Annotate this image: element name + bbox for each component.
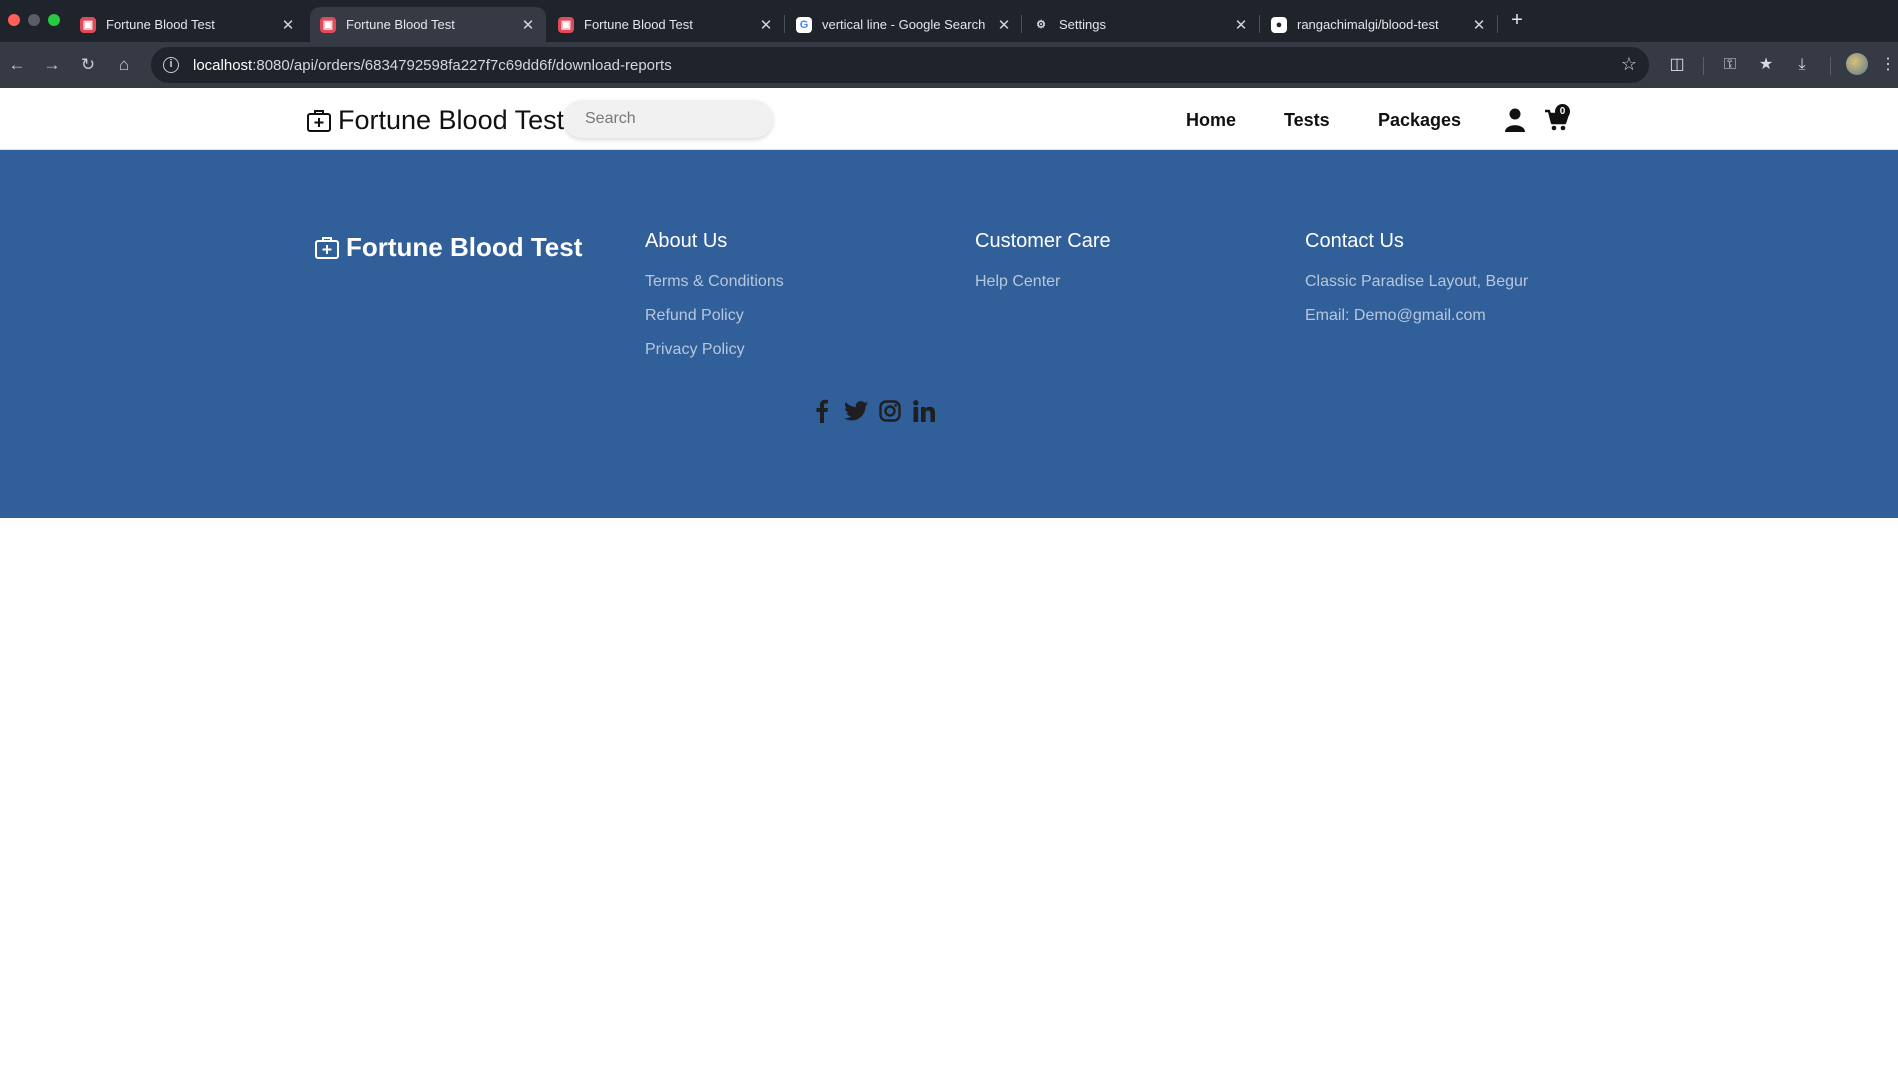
- url-host: localhost: [193, 56, 253, 74]
- privacy-policy-link[interactable]: Privacy Policy: [645, 341, 784, 359]
- url-path: :8080/api/orders/6834792598fa227f7c69dd6…: [252, 56, 672, 74]
- home-icon[interactable]: ⌂: [112, 53, 136, 77]
- back-arrow-icon[interactable]: ←: [5, 53, 29, 77]
- refund-policy-link[interactable]: Refund Policy: [645, 307, 784, 325]
- contact-email: Email: Demo@gmail.com: [1305, 307, 1486, 324]
- download-icon[interactable]: ⤓: [1790, 53, 1814, 77]
- web-page: Fortune Blood Test Home Tests Packages 0…: [0, 88, 1898, 1080]
- toolbar-separator: [1830, 57, 1831, 75]
- cart-count-badge: 0: [1555, 104, 1570, 119]
- tab-title: Settings: [1059, 17, 1106, 32]
- tab-title: vertical line - Google Search: [822, 17, 986, 32]
- tab-close-icon[interactable]: ✕: [520, 16, 536, 34]
- tab-separator: [1497, 15, 1498, 33]
- facebook-icon[interactable]: [809, 398, 835, 424]
- footer-care-column: Customer Care Help Center: [975, 230, 1111, 307]
- browser-tab[interactable]: ⚙ Settings ✕: [1023, 7, 1259, 42]
- footer-contact-heading: Contact Us: [1305, 230, 1404, 252]
- tab-title: rangachimalgi/blood-test: [1297, 17, 1439, 32]
- blood-test-favicon-icon: ▣: [80, 16, 96, 33]
- window-maximize-button[interactable]: [48, 14, 60, 26]
- url-text[interactable]: localhost:8080/api/orders/6834792598fa22…: [193, 57, 672, 74]
- browser-tab[interactable]: ● rangachimalgi/blood-test ✕: [1261, 7, 1497, 42]
- tab-close-icon[interactable]: ✕: [758, 16, 774, 34]
- tab-separator: [1021, 15, 1022, 33]
- site-header: Fortune Blood Test Home Tests Packages 0: [0, 88, 1898, 150]
- footer-about-column: About Us Terms & Conditions Refund Polic…: [645, 230, 784, 375]
- contact-address: Classic Paradise Layout, Begur: [1305, 273, 1529, 290]
- tab-title: Fortune Blood Test: [584, 17, 693, 32]
- terms-link[interactable]: Terms & Conditions: [645, 273, 784, 291]
- browser-tab[interactable]: ▣ Fortune Blood Test ✕: [548, 7, 784, 42]
- browser-tab[interactable]: ▣ Fortune Blood Test ✕: [70, 7, 306, 42]
- new-tab-button[interactable]: +: [1505, 8, 1529, 32]
- tab-close-icon[interactable]: ✕: [280, 16, 296, 34]
- window-close-button[interactable]: [8, 14, 20, 26]
- footer-logo[interactable]: Fortune Blood Test: [314, 232, 582, 263]
- brand-name: Fortune Blood Test: [338, 105, 565, 135]
- reload-icon[interactable]: ↻: [76, 53, 100, 77]
- tab-close-icon[interactable]: ✕: [1233, 16, 1249, 34]
- site-info-icon[interactable]: i: [163, 57, 179, 73]
- linkedin-icon[interactable]: [911, 398, 937, 424]
- footer-brand-name: Fortune Blood Test: [346, 232, 583, 262]
- toolbar-separator: [1703, 57, 1704, 75]
- search-input[interactable]: [563, 100, 773, 138]
- site-logo[interactable]: Fortune Blood Test: [306, 105, 564, 136]
- github-favicon-icon: ●: [1271, 16, 1287, 33]
- bookmark-star-icon[interactable]: ☆: [1621, 54, 1637, 75]
- gear-icon: ⚙: [1036, 19, 1046, 31]
- medical-kit-icon: [315, 236, 339, 259]
- tab-close-icon[interactable]: ✕: [1471, 16, 1487, 34]
- social-links: [809, 398, 945, 424]
- bookmarks-star-icon[interactable]: ★: [1754, 53, 1778, 77]
- instagram-icon[interactable]: [877, 398, 903, 424]
- tab-close-icon[interactable]: ✕: [996, 16, 1012, 34]
- footer-contact-column: Contact Us Classic Paradise Layout, Begu…: [1305, 230, 1528, 341]
- tab-title: Fortune Blood Test: [346, 17, 455, 32]
- nav-packages-link[interactable]: Packages: [1378, 110, 1461, 131]
- user-icon[interactable]: [1505, 108, 1525, 132]
- nav-tests-link[interactable]: Tests: [1284, 110, 1330, 131]
- twitter-icon[interactable]: [843, 398, 869, 424]
- google-favicon-icon: G: [796, 16, 812, 33]
- tab-separator: [1259, 15, 1260, 33]
- profile-avatar[interactable]: [1846, 53, 1868, 75]
- help-center-link[interactable]: Help Center: [975, 273, 1111, 291]
- browser-toolbar: ← → ↻ ⌂ i localhost:8080/api/orders/6834…: [0, 42, 1898, 88]
- address-bar[interactable]: i localhost:8080/api/orders/6834792598fa…: [151, 47, 1649, 83]
- footer-care-heading: Customer Care: [975, 230, 1111, 252]
- footer-about-heading: About Us: [645, 230, 728, 252]
- tab-separator: [784, 15, 785, 33]
- medical-kit-icon: [307, 109, 331, 132]
- browser-tab-bar: ▣ Fortune Blood Test ✕ ▣ Fortune Blood T…: [0, 0, 1898, 42]
- password-key-icon[interactable]: ⚿: [1718, 53, 1742, 77]
- blood-test-favicon-icon: ▣: [320, 16, 336, 33]
- browser-tab-active[interactable]: ▣ Fortune Blood Test ✕: [310, 7, 546, 42]
- site-footer: Fortune Blood Test About Us Terms & Cond…: [0, 150, 1898, 518]
- browser-menu-icon[interactable]: ⋮: [1880, 53, 1896, 77]
- forward-arrow-icon[interactable]: →: [40, 53, 64, 77]
- tab-title: Fortune Blood Test: [106, 17, 215, 32]
- extensions-icon[interactable]: ◫: [1665, 53, 1689, 77]
- nav-home-link[interactable]: Home: [1186, 110, 1236, 131]
- window-minimize-button[interactable]: [28, 14, 40, 26]
- browser-tab[interactable]: G vertical line - Google Search ✕: [786, 7, 1022, 42]
- blood-test-favicon-icon: ▣: [558, 16, 574, 33]
